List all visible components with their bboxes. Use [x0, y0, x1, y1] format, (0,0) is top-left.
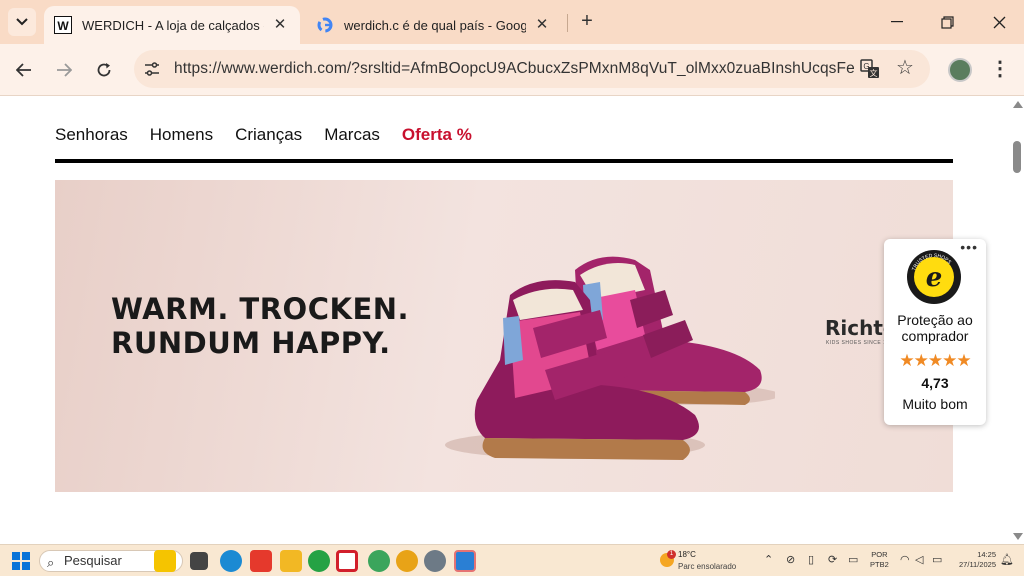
browser-toolbar: https://www.werdich.com/?srsltid=AfmBOop…	[0, 44, 1024, 96]
banner-headline: WARM. TROCKEN. RUNDUM HAPPY.	[111, 292, 409, 360]
tab-divider	[567, 14, 568, 32]
notification-bell-icon[interactable]: 🔔︎	[1000, 553, 1014, 566]
werdich-logo-icon: W	[54, 16, 72, 34]
scroll-up-icon[interactable]	[1013, 101, 1023, 108]
snipping-tool-icon[interactable]	[454, 550, 476, 572]
nav-criancas[interactable]: Crianças	[235, 125, 302, 145]
windows-start-icon[interactable]	[12, 552, 30, 570]
reload-icon	[97, 63, 111, 77]
search-icon: ⌕	[47, 555, 55, 570]
chevron-down-icon	[16, 18, 28, 26]
reload-button[interactable]	[90, 56, 118, 84]
hero-banner[interactable]: WARM. TROCKEN. RUNDUM HAPPY. Richter KID…	[55, 180, 953, 492]
nav-marcas[interactable]: Marcas	[324, 125, 380, 145]
category-nav: Senhoras Homens Crianças Marcas Oferta %	[55, 125, 472, 145]
clock-date: 27/11/2025	[959, 560, 996, 569]
rating-value: 4,73	[921, 375, 949, 391]
network-off-icon[interactable]: ⊘	[786, 553, 795, 566]
svg-text:W: W	[57, 19, 69, 33]
nav-divider	[55, 159, 953, 163]
minimize-button[interactable]	[874, 8, 920, 36]
restore-button[interactable]	[924, 8, 970, 36]
back-arrow-icon	[16, 63, 31, 77]
url-text[interactable]: https://www.werdich.com/?srsltid=AfmBOop…	[174, 60, 854, 78]
nav-offers[interactable]: Oferta %	[402, 125, 472, 145]
kids-boots-image	[445, 256, 775, 460]
bookmark-star-icon[interactable]: ☆	[894, 57, 916, 79]
google-logo-icon	[316, 16, 334, 34]
battery-icon[interactable]: ▭	[932, 553, 942, 566]
sync-icon[interactable]: ⟳	[828, 553, 837, 566]
page-scrollbar[interactable]	[1010, 97, 1024, 544]
usb-icon[interactable]: ▯	[808, 553, 814, 566]
system-clock[interactable]: 14:25 27/11/2025	[948, 550, 996, 570]
close-tab-icon[interactable]: ✕	[534, 17, 550, 33]
weather-temperature: 18°C	[678, 550, 696, 559]
trusted-shops-seal-icon: e TRUSTED SHOPS	[907, 250, 961, 304]
tab-google-search[interactable]: werdich.c é de qual país - Google Search…	[306, 6, 562, 44]
back-button[interactable]	[10, 56, 38, 84]
close-icon	[993, 16, 1005, 28]
forward-arrow-icon	[57, 63, 72, 77]
tab-title: WERDICH - A loja de calçados online	[82, 17, 264, 33]
input-language[interactable]: POR PTB2	[870, 550, 889, 570]
tab-werdich[interactable]: W WERDICH - A loja de calçados online ✕	[44, 6, 300, 44]
rating-stars-icon: ★★★★★	[899, 351, 971, 370]
more-options-icon[interactable]: •••	[960, 239, 978, 255]
chrome-icon[interactable]	[396, 550, 418, 572]
close-tab-icon[interactable]: ✕	[272, 17, 288, 33]
browser-menu-icon[interactable]: ⋮	[990, 58, 1010, 82]
nav-senhoras[interactable]: Senhoras	[55, 125, 128, 145]
file-explorer-icon[interactable]	[280, 550, 302, 572]
search-highlight-icon[interactable]	[154, 550, 176, 572]
volume-icon[interactable]: ◁	[915, 553, 923, 566]
buyer-protection-label: Proteção ao comprador	[897, 312, 973, 344]
tab-strip: W WERDICH - A loja de calçados online ✕ …	[0, 0, 1024, 44]
scroll-down-icon[interactable]	[1013, 533, 1023, 540]
search-placeholder: Pesquisar	[64, 553, 122, 568]
weather-widget[interactable]: 1 18°C Parc ensolarado	[660, 549, 750, 573]
nav-homens[interactable]: Homens	[150, 125, 213, 145]
headline-line-2: RUNDUM HAPPY.	[111, 326, 391, 360]
translate-icon[interactable]: G文	[859, 58, 881, 80]
address-bar[interactable]: https://www.werdich.com/?srsltid=AfmBOop…	[134, 50, 930, 88]
display-icon[interactable]: ▭	[848, 553, 858, 566]
close-window-button[interactable]	[976, 8, 1022, 36]
minimize-icon	[891, 21, 903, 23]
rating-verdict: Muito bom	[902, 396, 968, 412]
scrollbar-thumb[interactable]	[1013, 141, 1021, 173]
edge-icon[interactable]	[220, 550, 242, 572]
page-content: Senhoras Homens Crianças Marcas Oferta %…	[0, 97, 1010, 544]
anydesk-icon[interactable]	[250, 550, 272, 572]
site-info-icon[interactable]	[142, 59, 162, 79]
tab-title: werdich.c é de qual país - Google Search	[344, 17, 526, 33]
settings-gear-icon[interactable]	[424, 550, 446, 572]
wifi-icon[interactable]: ◠	[900, 553, 910, 566]
svg-text:文: 文	[870, 68, 878, 78]
trusted-shops-badge[interactable]: ••• e TRUSTED SHOPS Proteção ao comprado…	[884, 239, 986, 425]
weather-description: Parc ensolarado	[678, 562, 737, 571]
weather-alert-badge: 1	[667, 550, 676, 559]
profile-avatar[interactable]	[948, 58, 972, 82]
svg-text:e: e	[926, 263, 943, 293]
restore-icon	[940, 15, 954, 29]
language-code: POR	[871, 550, 888, 559]
headline-line-1: WARM. TROCKEN.	[111, 292, 410, 326]
brand-tagline: KIDS SHOES SINCE 1	[826, 340, 887, 346]
opera-icon[interactable]	[336, 550, 358, 572]
clock-time: 14:25	[977, 550, 996, 559]
task-view-icon[interactable]	[190, 552, 208, 570]
tray-overflow-icon[interactable]: ⌃	[764, 553, 773, 566]
keyboard-layout: PTB2	[870, 560, 889, 569]
new-tab-button[interactable]: +	[576, 11, 598, 33]
whatsapp-icon[interactable]	[308, 550, 330, 572]
windows-taskbar: ⌕ Pesquisar 1 18°C Parc ensolarado ⌃ ⊘ ▯…	[0, 544, 1024, 576]
forward-button[interactable]	[50, 56, 78, 84]
chrome-alt-icon[interactable]	[368, 550, 390, 572]
tab-search-button[interactable]	[8, 8, 36, 36]
